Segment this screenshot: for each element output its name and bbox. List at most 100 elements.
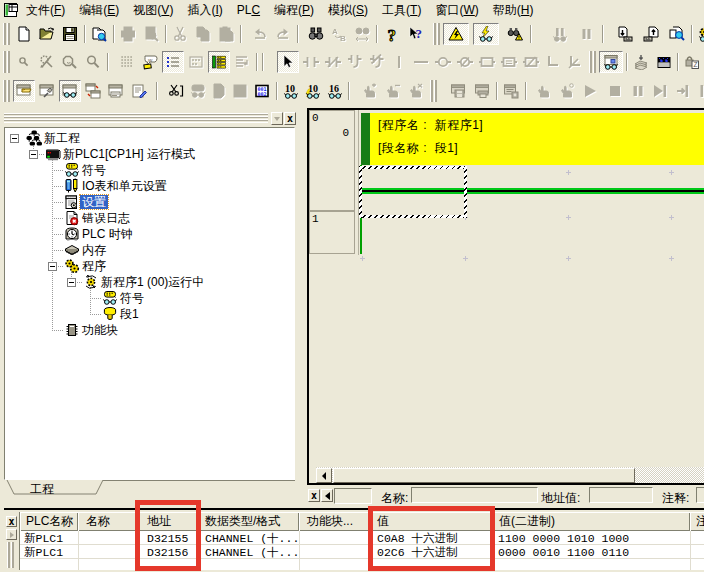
work-online-button[interactable] bbox=[443, 23, 469, 45]
address-bar-close-button[interactable]: x bbox=[308, 489, 320, 502]
watch-col-header[interactable]: 值(二进制) bbox=[491, 512, 690, 531]
rung-compact-list-button[interactable] bbox=[208, 51, 230, 73]
sim-print-window-button[interactable] bbox=[471, 80, 493, 102]
compare-with-plc-button[interactable] bbox=[666, 23, 688, 45]
context-help-button[interactable]: ? bbox=[405, 23, 427, 45]
tree-item-label[interactable]: IO表和单元设置 bbox=[80, 179, 169, 193]
watch-col-header[interactable]: 名称 bbox=[78, 512, 139, 531]
menu-program[interactable]: 编程(P) bbox=[274, 2, 314, 19]
tree-item-label[interactable]: 段1 bbox=[118, 307, 141, 321]
window-watch-button[interactable] bbox=[59, 80, 81, 102]
zoom-in-button[interactable] bbox=[59, 51, 81, 73]
ladder-hscroll-thumb[interactable] bbox=[333, 468, 635, 483]
menu-view[interactable]: 视图(V) bbox=[133, 2, 173, 19]
binary-monitor-button[interactable]: 001002 bbox=[251, 80, 273, 102]
window-crossref-button[interactable] bbox=[82, 80, 104, 102]
tree-item-label[interactable]: 设置 bbox=[80, 195, 108, 209]
watch-col-header[interactable]: 功能块... bbox=[299, 512, 370, 531]
compile-program-button[interactable] bbox=[88, 23, 110, 45]
lock-edit-button[interactable]: Z bbox=[681, 51, 703, 73]
save-floppy-button[interactable] bbox=[59, 23, 81, 45]
help-question-button[interactable]: ? bbox=[382, 23, 404, 45]
zoom-small-button[interactable] bbox=[13, 51, 35, 73]
watch-window-monitor-button[interactable] bbox=[599, 51, 623, 73]
zoom-fit-button[interactable] bbox=[36, 51, 58, 73]
window-output-button[interactable] bbox=[105, 80, 127, 102]
toolbar-grip[interactable] bbox=[433, 23, 441, 45]
properties-sheet-button[interactable] bbox=[128, 80, 150, 102]
project-tab[interactable]: 工程 bbox=[30, 481, 54, 498]
comment-field[interactable] bbox=[696, 487, 704, 503]
tree-item[interactable]: 错误日志 bbox=[64, 210, 132, 226]
menu-help[interactable]: 帮助(H) bbox=[493, 2, 534, 19]
open-folder-button[interactable] bbox=[36, 23, 58, 45]
decimal-10-button[interactable]: 10 bbox=[280, 80, 301, 102]
stacked-sheets-button[interactable] bbox=[630, 51, 651, 73]
watch-expand-button[interactable] bbox=[6, 529, 17, 540]
tree-item-label[interactable]: 新程序1 (00)运行中 bbox=[99, 275, 206, 289]
name-field[interactable] bbox=[411, 487, 538, 503]
tree-item-label[interactable]: 新工程 bbox=[42, 131, 82, 145]
watch-col-header[interactable]: 数据类型/格式 bbox=[198, 512, 299, 531]
toolbar-grip[interactable] bbox=[430, 80, 438, 102]
tree-item-label[interactable]: 新PLC1[CP1H] 运行模式 bbox=[61, 147, 197, 161]
tree-item-label[interactable]: 符号 bbox=[80, 163, 108, 177]
tree-item[interactable]: 新PLC1[CP1H] 运行模式 bbox=[45, 146, 197, 162]
project-panel-menu-button[interactable] bbox=[271, 112, 283, 125]
toolbar-grip[interactable] bbox=[3, 80, 11, 102]
transfer-to-plc-button[interactable] bbox=[614, 23, 636, 45]
watch-col-header[interactable]: 注释 bbox=[690, 512, 704, 531]
toolbar-grip[interactable] bbox=[3, 23, 11, 45]
window-build-button[interactable] bbox=[36, 80, 58, 102]
tree-expander[interactable] bbox=[67, 278, 76, 287]
project-panel-grip[interactable] bbox=[4, 113, 268, 123]
menu-insert[interactable]: 插入(I) bbox=[187, 2, 222, 19]
tree-item[interactable]: PLC 时钟 bbox=[64, 226, 135, 242]
tree-item[interactable]: 功能块 bbox=[64, 322, 120, 338]
transfer-from-plc-button[interactable] bbox=[640, 23, 662, 45]
tree-item[interactable]: 新工程 bbox=[26, 130, 82, 146]
new-document-button[interactable] bbox=[13, 23, 35, 45]
section-cut-button[interactable] bbox=[165, 80, 187, 102]
rung-annotation-list-button[interactable] bbox=[162, 51, 184, 73]
grid-toggle-button[interactable] bbox=[116, 51, 138, 73]
tree-item-label[interactable]: 内存 bbox=[80, 243, 108, 257]
sim-transfer-window-button[interactable] bbox=[500, 80, 522, 102]
zoom-out-button[interactable] bbox=[82, 51, 104, 73]
ladder-hscroll-left-button[interactable] bbox=[316, 468, 332, 483]
online-edit-gears-button[interactable] bbox=[695, 23, 704, 45]
rung-margin-0[interactable] bbox=[309, 110, 355, 211]
pause-monitor-button[interactable] bbox=[504, 23, 526, 45]
tree-expander[interactable] bbox=[48, 262, 57, 271]
tree-item[interactable]: 内存 bbox=[64, 242, 108, 258]
menu-simulation[interactable]: 模拟(S) bbox=[328, 2, 368, 19]
tree-item-label[interactable]: 功能块 bbox=[80, 323, 120, 337]
comment-bubble-button[interactable]: w bbox=[139, 51, 161, 73]
select-arrow-button[interactable] bbox=[277, 51, 299, 73]
address-bar-prev-button[interactable] bbox=[321, 489, 333, 502]
tree-item[interactable]: 新程序1 (00)运行中 bbox=[83, 274, 206, 290]
tree-item[interactable]: 程序 bbox=[64, 258, 108, 274]
menu-tools[interactable]: 工具(T) bbox=[382, 2, 421, 19]
toolbar-grip[interactable] bbox=[3, 51, 11, 73]
tree-item-label[interactable]: 程序 bbox=[80, 259, 108, 273]
tree-item[interactable]: 段1 bbox=[102, 306, 141, 322]
tree-expander[interactable] bbox=[29, 150, 38, 159]
project-panel-close-button[interactable]: x bbox=[284, 112, 296, 125]
watch-close-button[interactable]: x bbox=[6, 516, 17, 527]
hex-16-button[interactable]: 16 bbox=[324, 80, 345, 102]
sim-save-window-button[interactable] bbox=[447, 80, 469, 102]
tree-item-label[interactable]: 错误日志 bbox=[80, 211, 132, 225]
tree-item[interactable]: 设置 bbox=[64, 194, 108, 210]
menu-file[interactable]: 文件(F) bbox=[26, 2, 65, 19]
tree-item-label[interactable]: PLC 时钟 bbox=[80, 227, 135, 241]
menu-plc[interactable]: PLC bbox=[237, 3, 260, 17]
tree-item-label[interactable]: 符号 bbox=[118, 291, 146, 305]
toolbar-grip[interactable] bbox=[589, 51, 597, 73]
watch-grip[interactable] bbox=[7, 542, 14, 568]
watch-col-header[interactable]: PLC名称 bbox=[20, 512, 78, 531]
tree-item[interactable]: 符号 bbox=[64, 162, 108, 178]
address-value-field[interactable] bbox=[589, 487, 653, 503]
signed-decimal-10-button[interactable]: 10 bbox=[302, 80, 323, 102]
menu-edit[interactable]: 编辑(E) bbox=[79, 2, 119, 19]
